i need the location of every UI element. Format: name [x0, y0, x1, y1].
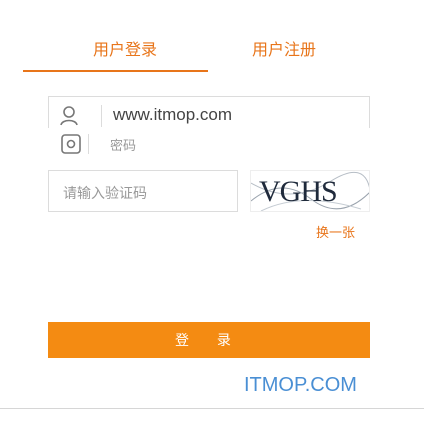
captcha-text: VGHS	[259, 175, 338, 208]
user-icon	[59, 105, 81, 127]
lock-icon	[60, 133, 82, 155]
password-field[interactable]: 密码	[48, 128, 370, 160]
refresh-captcha-link[interactable]: 换一张	[316, 222, 355, 241]
bottom-divider	[0, 408, 424, 409]
captcha-placeholder: 请输入验证码	[63, 185, 147, 201]
username-value: www.itmop.com	[113, 105, 233, 124]
login-button[interactable]: 登 录	[48, 322, 370, 358]
password-placeholder: 密码	[110, 138, 137, 153]
tab-register[interactable]: 用户注册	[252, 36, 316, 60]
tab-login[interactable]: 用户登录	[93, 36, 157, 60]
field-separator	[88, 134, 89, 154]
brand-watermark: ITMOP.COM	[244, 374, 357, 396]
captcha-image[interactable]: VGHS	[250, 170, 370, 212]
tab-active-underline	[23, 70, 208, 72]
captcha-input[interactable]: 请输入验证码	[48, 170, 238, 212]
field-separator	[101, 105, 102, 127]
